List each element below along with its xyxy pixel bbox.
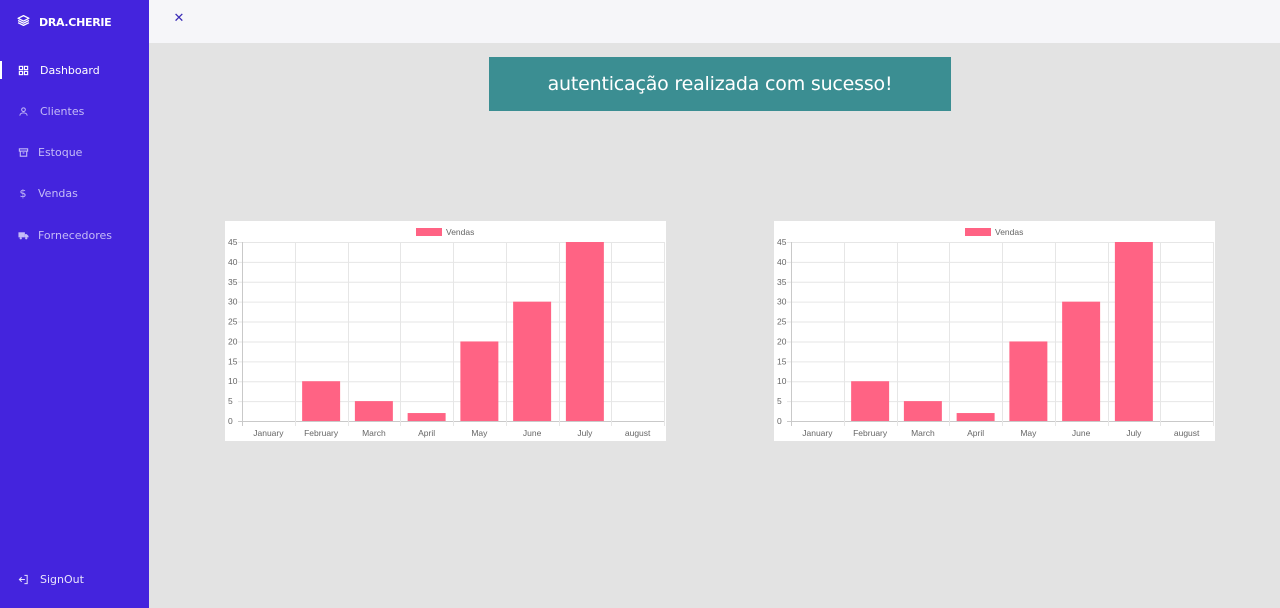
y-tick-label: 10: [777, 376, 787, 386]
log-in-icon: [17, 573, 29, 585]
y-tick-label: 30: [777, 297, 787, 307]
sales-chart-left: Vendas 0 5 10 15 20 25 30 35 40 45 January February M…: [225, 221, 666, 441]
bar[interactable]: [407, 413, 446, 421]
sidebar-item-clientes[interactable]: Clientes: [0, 101, 149, 121]
x-tick-label: July: [1126, 428, 1142, 438]
x-tick-label: April: [418, 428, 435, 438]
x-tick-label: July: [577, 428, 593, 438]
x-tick-label: February: [304, 428, 339, 438]
x-tick-label: January: [253, 428, 284, 438]
x-tick-label: January: [802, 428, 833, 438]
topbar: ✕: [149, 0, 1280, 43]
x-tick-label: May: [471, 428, 488, 438]
sidebar-item-label: Vendas: [38, 186, 78, 200]
legend[interactable]: Vendas: [965, 227, 1023, 237]
y-tick-label: 30: [228, 297, 238, 307]
y-tick-label: 25: [777, 317, 787, 327]
y-tick-label: 15: [777, 356, 787, 366]
user-icon: [17, 105, 29, 117]
x-tick-label: April: [967, 428, 984, 438]
x-tick-label: June: [523, 428, 542, 438]
bar[interactable]: [956, 413, 995, 421]
y-tick-label: 40: [228, 257, 238, 267]
legend-label: Vendas: [446, 227, 474, 237]
legend[interactable]: Vendas: [416, 227, 474, 237]
y-tick-label: 35: [777, 277, 787, 287]
bar[interactable]: [460, 341, 499, 421]
bar[interactable]: [354, 401, 393, 421]
sidebar-item-label: Fornecedores: [38, 228, 113, 242]
bar[interactable]: [1062, 301, 1101, 421]
bar[interactable]: [565, 242, 604, 421]
truck-icon: [17, 229, 29, 241]
y-tick-label: 10: [228, 376, 238, 386]
sidebar: DRA.CHERIE Dashboard Clientes Estoque $ …: [0, 0, 149, 608]
sidebar-item-vendas[interactable]: $ Vendas: [0, 183, 149, 203]
signout-button[interactable]: SignOut: [0, 569, 149, 589]
y-tick-label: 35: [228, 277, 238, 287]
sidebar-item-dashboard[interactable]: Dashboard: [0, 60, 149, 80]
bar[interactable]: [513, 301, 552, 421]
y-tick-label: 0: [228, 416, 233, 426]
brand[interactable]: DRA.CHERIE: [17, 14, 112, 30]
x-tick-label: May: [1020, 428, 1037, 438]
brand-name: DRA.CHERIE: [39, 15, 112, 29]
bar[interactable]: [851, 381, 890, 421]
bar-chart: Vendas 0 5 10 15 20 25 30 35 40 45 January February M…: [228, 227, 665, 438]
x-tick-label: March: [911, 428, 935, 438]
sales-chart-right: Vendas 0 5 10 15 20 25 30 35 40 45 January February M…: [774, 221, 1215, 441]
x-tick-label: august: [625, 428, 651, 438]
grid-icon: [17, 64, 29, 76]
y-tick-label: 5: [228, 396, 233, 406]
bar-chart: Vendas 0 5 10 15 20 25 30 35 40 45 January February M…: [777, 227, 1214, 438]
signout-label: SignOut: [40, 572, 84, 586]
bar[interactable]: [1009, 341, 1048, 421]
close-icon[interactable]: ✕: [172, 12, 186, 26]
sidebar-item-fornecedores[interactable]: Fornecedores: [0, 225, 149, 245]
y-tick-label: 45: [228, 237, 238, 247]
y-tick-label: 45: [777, 237, 787, 247]
legend-swatch: [416, 228, 442, 236]
bar[interactable]: [903, 401, 942, 421]
x-tick-label: June: [1072, 428, 1091, 438]
dollar-icon: $: [19, 186, 27, 200]
x-tick-label: august: [1174, 428, 1200, 438]
y-tick-label: 0: [777, 416, 782, 426]
success-toast: autenticação realizada com sucesso!: [489, 57, 951, 111]
bar[interactable]: [1114, 242, 1153, 421]
legend-swatch: [965, 228, 991, 236]
x-tick-label: February: [853, 428, 888, 438]
bar[interactable]: [302, 381, 341, 421]
y-tick-label: 25: [228, 317, 238, 327]
sidebar-item-label: Dashboard: [40, 63, 100, 77]
toast-message: autenticação realizada com sucesso!: [547, 73, 893, 95]
legend-label: Vendas: [995, 227, 1023, 237]
archive-icon: [17, 146, 29, 158]
layers-icon: [17, 14, 30, 30]
y-tick-label: 5: [777, 396, 782, 406]
y-tick-label: 40: [777, 257, 787, 267]
y-tick-label: 20: [777, 336, 787, 346]
sidebar-item-estoque[interactable]: Estoque: [0, 142, 149, 162]
sidebar-item-label: Estoque: [38, 145, 83, 159]
y-tick-label: 15: [228, 356, 238, 366]
y-tick-label: 20: [228, 336, 238, 346]
sidebar-item-label: Clientes: [40, 104, 85, 118]
x-tick-label: March: [362, 428, 386, 438]
